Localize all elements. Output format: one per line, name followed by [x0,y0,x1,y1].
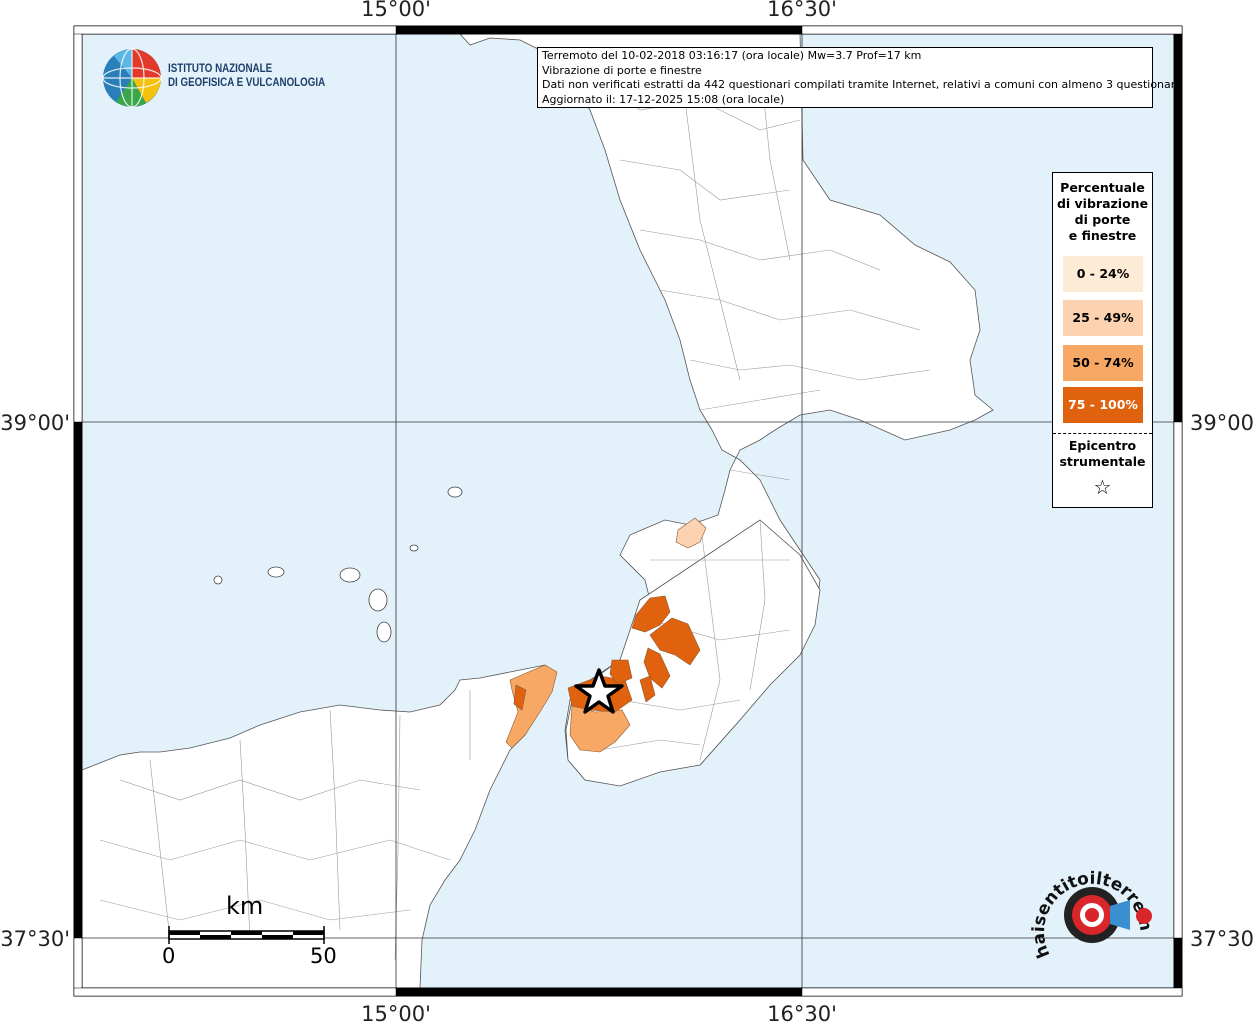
scale-label-0: 0 [162,944,176,968]
lat-tick-right-2: 37°30' [1190,927,1255,951]
lon-tick-bottom-2: 16°30' [767,1002,837,1024]
lon-tick-top-1: 15°00' [361,0,431,21]
legend-swatch-25-49: 25 - 49% [1063,300,1143,336]
legend-title-line: Percentuale [1060,180,1145,195]
legend-title: Percentuale di vibrazione di porte e fin… [1053,180,1152,244]
legend-title-line: di porte [1074,212,1131,227]
scale-label-50: 50 [310,944,337,968]
lat-tick-left-1: 39°00' [0,411,70,435]
legend-title-line: di vibrazione [1056,196,1149,211]
ingv-globe-icon [102,48,162,108]
star-icon: ☆ [1093,475,1112,499]
haisentito-logo-icon: haisentitoilterremoto.it [1030,860,1156,961]
event-info-box: Terremoto del 10-02-2018 03:16:17 (ora l… [537,47,1182,108]
lat-tick-left-2: 37°30' [0,927,70,951]
legend-swatch-0-24: 0 - 24% [1063,256,1143,292]
legend-title-line: e finestre [1068,228,1137,243]
legend-epicenter-line: Epicentro [1068,438,1137,453]
legend-swatch-50-74: 50 - 74% [1063,345,1143,381]
lon-tick-bottom-1: 15°00' [361,1002,431,1024]
event-subtitle: Vibrazione di porte e finestre [542,63,702,77]
ingv-line-1: ISTITUTO NAZIONALE [168,63,273,75]
scale-unit: km [226,892,264,920]
event-data-note: Dati non verificati estratti da 442 ques… [542,78,1182,92]
event-updated: Aggiornato il: 17-12-2025 15:08 (ora loc… [542,92,785,106]
lat-tick-right-1: 39°00' [1190,411,1255,435]
lon-tick-top-2: 16°30' [767,0,837,21]
legend-epicenter-label: Epicentro strumentale [1053,438,1152,470]
ingv-logo-text: ISTITUTO NAZIONALE DI GEOFISICA E VULCAN… [168,62,325,90]
legend-swatch-75-100: 75 - 100% [1063,387,1143,423]
legend-epicenter-line: strumentale [1059,454,1146,469]
ingv-line-2: DI GEOFISICA E VULCANOLOGIA [168,77,326,89]
event-title: Terremoto del 10-02-2018 03:16:17 (ora l… [542,49,922,62]
legend: Percentuale di vibrazione di porte e fin… [1052,172,1153,508]
legend-divider [1053,433,1152,434]
